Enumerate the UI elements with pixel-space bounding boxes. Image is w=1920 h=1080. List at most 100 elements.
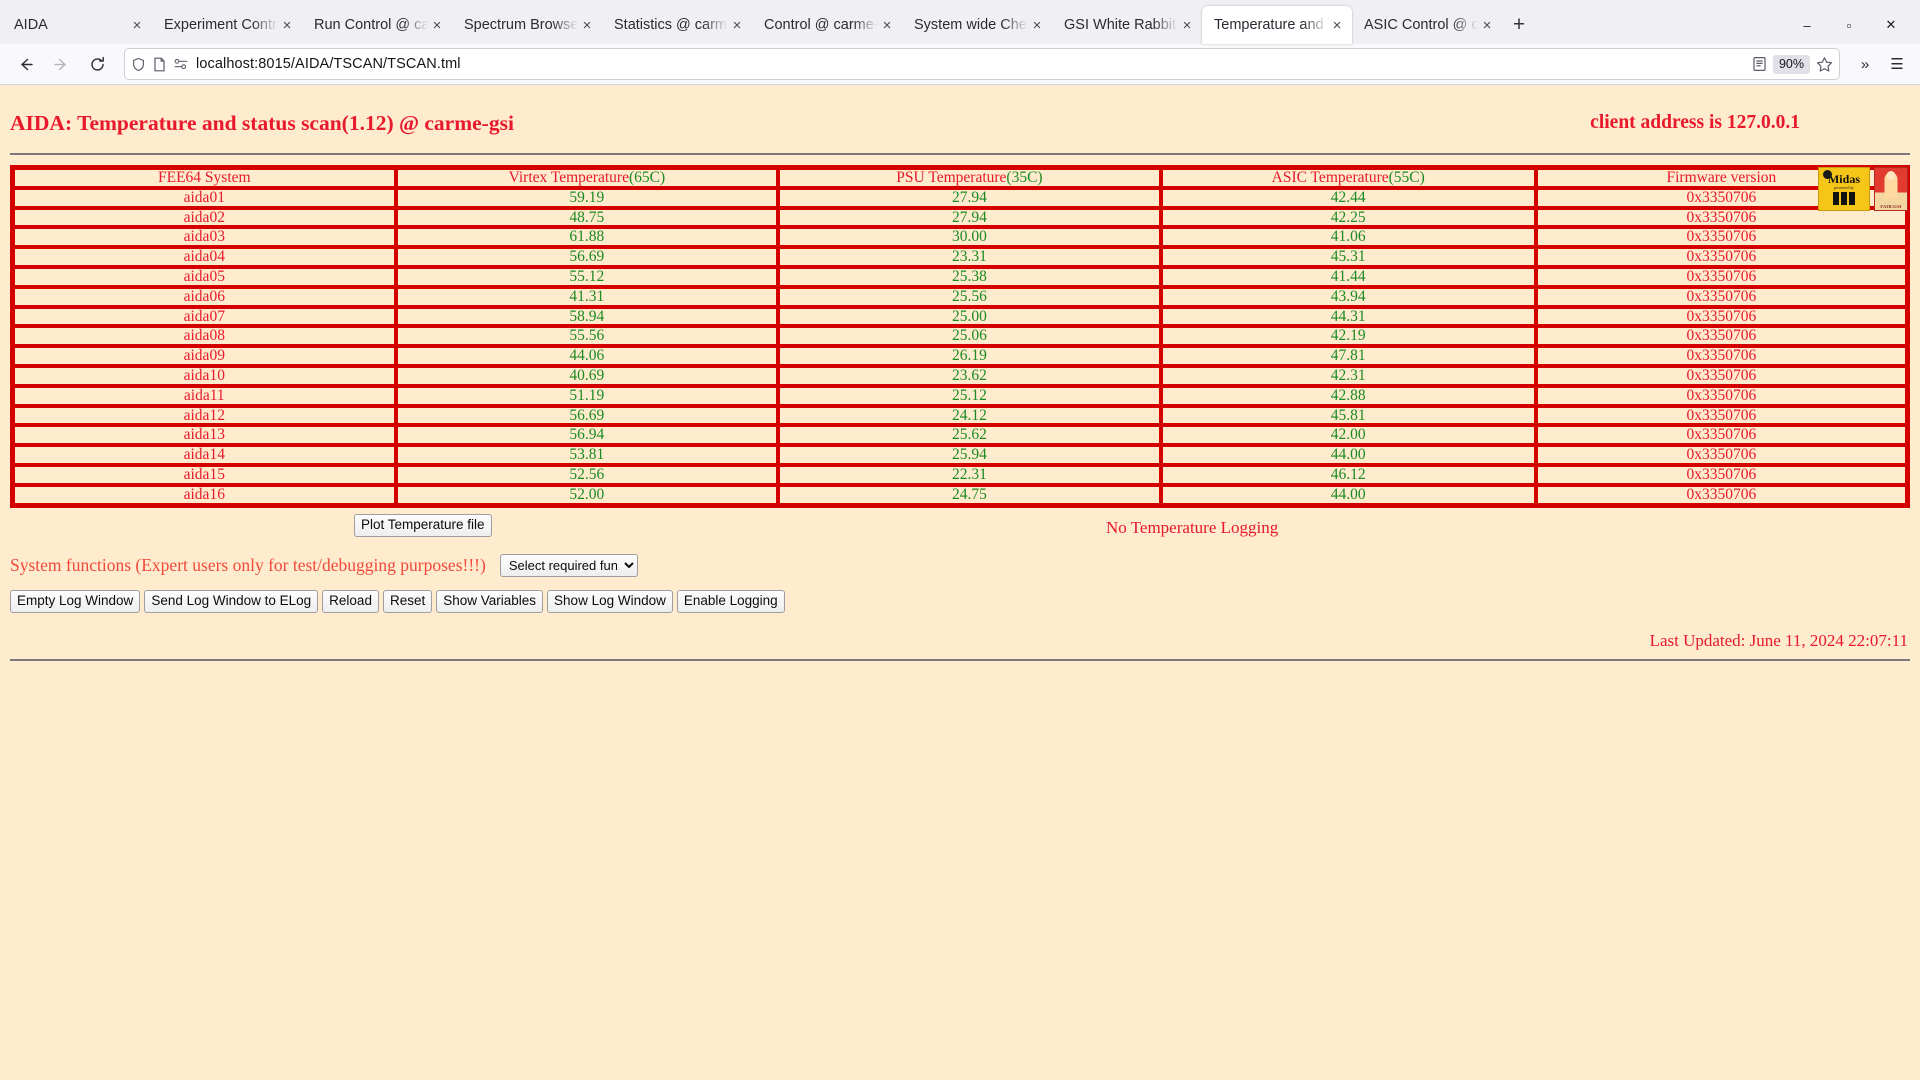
header-divider: [10, 153, 1910, 155]
cell-psu: 27.94: [778, 187, 1161, 208]
cell-firmware: 0x3350706: [1535, 365, 1907, 386]
cell-virtex: 61.88: [395, 227, 779, 248]
browser-tab[interactable]: Statistics @ carme-gsi×: [602, 6, 752, 44]
table-row: aida02 48.75 27.94 42.25 0x3350706: [13, 207, 1907, 228]
cell-virtex: 55.12: [395, 266, 779, 287]
cell-psu: 25.56: [778, 286, 1161, 307]
app-menu-icon[interactable]: ☰: [1882, 48, 1912, 80]
action-button-row: Empty Log Window Send Log Window to ELog R…: [10, 589, 1910, 614]
zoom-level-badge[interactable]: 90%: [1772, 54, 1810, 74]
function-select[interactable]: Select required function: [499, 553, 638, 577]
tab-close-icon[interactable]: ×: [1028, 16, 1046, 34]
back-icon[interactable]: [8, 48, 42, 80]
permissions-icon[interactable]: [173, 57, 189, 71]
cell-firmware: 0x3350706: [1535, 306, 1907, 327]
browser-tab[interactable]: Control @ carme-gsi×: [752, 6, 902, 44]
cell-system: aida11: [13, 385, 396, 406]
new-tab-button[interactable]: +: [1502, 8, 1536, 42]
action-button[interactable]: Send Log Window to ELog: [144, 589, 319, 614]
minimize-button[interactable]: –: [1786, 8, 1828, 42]
cell-psu: 27.94: [778, 207, 1161, 228]
reload-icon[interactable]: [80, 48, 114, 80]
midas-logo-bars: [1833, 192, 1855, 206]
tab-close-icon[interactable]: ×: [278, 16, 296, 34]
address-bar[interactable]: localhost:8015/AIDA/TSCAN/TSCAN.tml 90%: [124, 48, 1840, 80]
tab-close-icon[interactable]: ×: [878, 16, 896, 34]
cell-firmware: 0x3350706: [1535, 286, 1907, 307]
column-header-label: Virtex Temperature: [508, 169, 629, 186]
cell-virtex: 56.69: [395, 247, 779, 267]
cell-asic: 41.06: [1160, 227, 1536, 248]
gsi-logo-head: [1886, 171, 1896, 180]
page-title: AIDA: Temperature and status scan(1.12) …: [10, 110, 514, 135]
plot-temperature-file-button[interactable]: Plot Temperature file: [354, 513, 492, 538]
browser-tab[interactable]: Temperature and status scan×: [1202, 6, 1352, 44]
forward-icon: [44, 48, 78, 80]
action-button[interactable]: Show Log Window: [547, 589, 673, 614]
column-header-threshold: (65C): [628, 169, 666, 186]
cell-asic: 42.00: [1160, 425, 1536, 446]
close-window-button[interactable]: ✕: [1870, 8, 1912, 42]
browser-tab[interactable]: Spectrum Browser @ carme-gsi×: [452, 6, 602, 44]
browser-tab[interactable]: ASIC Control @ carme-gsi×: [1352, 6, 1502, 44]
cell-system: aida01: [13, 187, 396, 208]
tab-close-icon[interactable]: ×: [1178, 16, 1196, 34]
cell-psu: 26.19: [778, 346, 1161, 366]
action-button[interactable]: Show Variables: [436, 589, 544, 614]
cell-psu: 25.62: [778, 425, 1161, 446]
cell-firmware: 0x3350706: [1535, 326, 1907, 347]
tab-close-icon[interactable]: ×: [1328, 16, 1346, 34]
table-row: aida07 58.94 25.00 44.31 0x3350706: [13, 306, 1907, 327]
cell-asic: 45.81: [1160, 405, 1536, 426]
cell-psu: 24.12: [778, 405, 1161, 426]
table-row: aida14 53.81 25.94 44.00 0x3350706: [13, 445, 1907, 465]
cell-system: aida12: [13, 405, 396, 426]
cell-psu: 22.31: [778, 464, 1161, 485]
cell-virtex: 56.94: [395, 425, 779, 446]
tab-title: System wide Checks @ carme-gsi: [914, 17, 1028, 33]
browser-tab[interactable]: Experiment Control @ carme-gsi×: [152, 6, 302, 44]
browser-tab[interactable]: GSI White Rabbit Time×: [1052, 6, 1202, 44]
action-button[interactable]: Enable Logging: [676, 589, 785, 614]
reader-view-icon[interactable]: [1752, 56, 1767, 72]
cell-asic: 42.31: [1160, 365, 1536, 386]
cell-psu: 23.62: [778, 365, 1161, 386]
column-header: Virtex Temperature(65C): [395, 168, 779, 188]
browser-tab[interactable]: Run Control @ carme-gsi×: [302, 6, 452, 44]
maximize-button[interactable]: ▫: [1828, 8, 1870, 42]
cell-psu: 25.38: [778, 266, 1161, 287]
cell-virtex: 48.75: [395, 207, 779, 228]
browser-tab[interactable]: AIDA ×: [2, 6, 152, 44]
tab-close-icon[interactable]: ×: [428, 16, 446, 34]
tab-close-icon[interactable]: ×: [1478, 16, 1496, 34]
column-header-label: FEE64 System: [158, 169, 251, 186]
cell-psu: 25.06: [778, 326, 1161, 347]
cell-firmware: 0x3350706: [1535, 405, 1907, 426]
table-header-row: FEE64 System Virtex Temperature(65C) PSU T…: [13, 168, 1907, 188]
shield-icon: [131, 57, 146, 72]
action-button[interactable]: Reset: [382, 589, 433, 614]
tab-close-icon[interactable]: ×: [578, 16, 596, 34]
overflow-menu-icon[interactable]: »: [1850, 48, 1880, 80]
table-row: aida05 55.12 25.38 41.44 0x3350706: [13, 266, 1907, 287]
cell-system: aida08: [13, 326, 396, 347]
table-row: aida13 56.94 25.62 42.00 0x3350706: [13, 425, 1907, 446]
last-updated-text: Last Updated: June 11, 2024 22:07:11: [1649, 631, 1908, 651]
star-icon[interactable]: [1816, 56, 1833, 73]
table-row: aida06 41.31 25.56 43.94 0x3350706: [13, 286, 1907, 307]
table-row: aida04 56.69 23.31 45.31 0x3350706: [13, 247, 1907, 267]
cell-virtex: 41.31: [395, 286, 779, 307]
table-row: aida16 52.00 24.75 44.00 0x3350706: [13, 484, 1907, 505]
midas-logo-dot: [1823, 170, 1832, 179]
action-button[interactable]: Reload: [322, 589, 379, 614]
tab-close-icon[interactable]: ×: [728, 16, 746, 34]
action-button[interactable]: Empty Log Window: [10, 589, 141, 614]
tab-close-icon[interactable]: ×: [128, 16, 146, 34]
tab-title: Experiment Control @ carme-gsi: [164, 17, 278, 33]
cell-system: aida16: [13, 484, 396, 505]
cell-asic: 44.00: [1160, 484, 1536, 505]
browser-tab[interactable]: System wide Checks @ carme-gsi×: [902, 6, 1052, 44]
cell-virtex: 53.81: [395, 445, 779, 465]
logo-group: Midas powered by FAIR/GSI: [1818, 167, 1908, 211]
tab-title: GSI White Rabbit Time: [1064, 17, 1178, 33]
